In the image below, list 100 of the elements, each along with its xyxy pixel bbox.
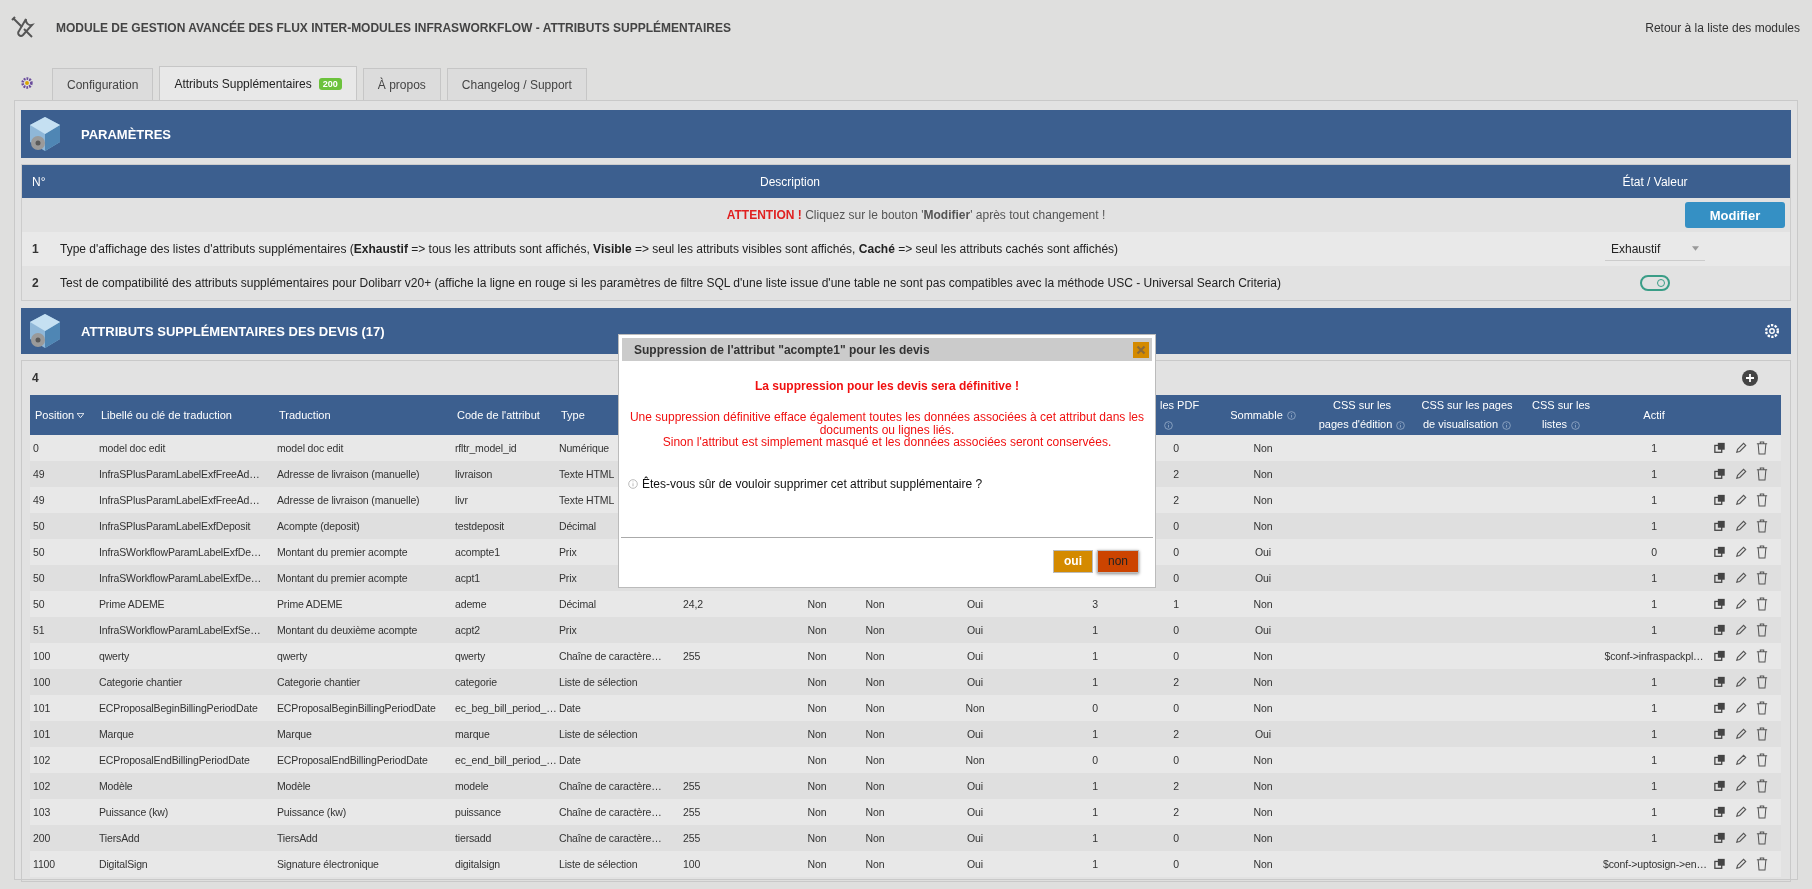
copy-icon[interactable] xyxy=(1714,675,1726,689)
trash-icon[interactable] xyxy=(1756,649,1768,663)
dialog-title: Suppression de l'attribut "acompte1" pour les devis xyxy=(634,342,930,357)
trash-icon[interactable] xyxy=(1756,805,1768,819)
table-cell: tiersadd xyxy=(455,832,492,844)
gear-icon[interactable] xyxy=(20,76,34,90)
column-header: Libellé ou clé de traduction xyxy=(101,407,232,423)
trash-icon[interactable] xyxy=(1756,545,1768,559)
sort-icon[interactable] xyxy=(77,413,85,419)
table-cell: 1 xyxy=(1651,520,1657,532)
pencil-icon[interactable] xyxy=(1735,805,1747,819)
copy-icon[interactable] xyxy=(1714,727,1726,741)
table-cell: Non xyxy=(965,702,985,714)
pencil-icon[interactable] xyxy=(1735,545,1747,559)
copy-icon[interactable] xyxy=(1714,649,1726,663)
pencil-icon[interactable] xyxy=(1735,519,1747,533)
pencil-icon[interactable] xyxy=(1735,831,1747,845)
trash-icon[interactable] xyxy=(1756,571,1768,585)
table-cell: 2 xyxy=(1173,676,1179,688)
pencil-icon[interactable] xyxy=(1735,675,1747,689)
trash-icon[interactable] xyxy=(1756,467,1768,481)
pencil-icon[interactable] xyxy=(1735,701,1747,715)
trash-icon[interactable] xyxy=(1756,493,1768,507)
table-cell: Oui xyxy=(1255,624,1271,636)
back-link[interactable]: Retour à la liste des modules xyxy=(1645,21,1800,35)
table-cell: 0 xyxy=(1173,442,1179,454)
modify-button[interactable]: Modifier xyxy=(1685,202,1785,228)
table-cell: acompte1 xyxy=(455,546,500,558)
copy-icon[interactable] xyxy=(1714,805,1726,819)
pencil-icon[interactable] xyxy=(1735,857,1747,871)
copy-icon[interactable] xyxy=(1714,753,1726,767)
table-cell: Non xyxy=(1253,780,1273,792)
trash-icon[interactable] xyxy=(1756,831,1768,845)
copy-icon[interactable] xyxy=(1714,545,1726,559)
table-cell: Montant du deuxième acompte xyxy=(277,624,418,636)
pencil-icon[interactable] xyxy=(1735,623,1747,637)
trash-icon[interactable] xyxy=(1756,857,1768,871)
pencil-icon[interactable] xyxy=(1735,493,1747,507)
copy-icon[interactable] xyxy=(1714,493,1726,507)
table-cell: 200 xyxy=(33,832,51,844)
table-cell: 24,2 xyxy=(683,598,703,610)
table-cell: Non xyxy=(807,702,827,714)
copy-icon[interactable] xyxy=(1714,441,1726,455)
tab[interactable]: Attributs Supplémentaires 200 xyxy=(159,66,357,100)
table-cell: Oui xyxy=(967,806,983,818)
trash-icon[interactable] xyxy=(1756,597,1768,611)
copy-icon[interactable] xyxy=(1714,467,1726,481)
trash-icon[interactable] xyxy=(1756,623,1768,637)
table-cell: 50 xyxy=(33,598,45,610)
copy-icon[interactable] xyxy=(1714,831,1726,845)
trash-icon[interactable] xyxy=(1756,727,1768,741)
select-field[interactable]: Exhaustif xyxy=(1605,237,1705,261)
table-cell: 50 xyxy=(33,546,45,558)
table-cell: Signature électronique xyxy=(277,858,379,870)
copy-icon[interactable] xyxy=(1714,779,1726,793)
close-icon[interactable] xyxy=(1133,341,1149,358)
pencil-icon[interactable] xyxy=(1735,649,1747,663)
column-header: Traduction xyxy=(279,407,331,423)
table-cell: 1 xyxy=(1651,494,1657,506)
trash-icon[interactable] xyxy=(1756,675,1768,689)
table-cell: 100 xyxy=(33,676,51,688)
table-cell: 2 xyxy=(1173,468,1179,480)
pencil-icon[interactable] xyxy=(1735,779,1747,793)
warning-detail: Une suppression définitive efface également toutes les données associées à cet attribut dans les documents ou lignes liés. xyxy=(628,411,1146,437)
pencil-icon[interactable] xyxy=(1735,597,1747,611)
table-cell: 49 xyxy=(33,494,45,506)
trash-icon[interactable] xyxy=(1756,753,1768,767)
copy-icon[interactable] xyxy=(1714,597,1726,611)
table-cell: Non xyxy=(1253,442,1273,454)
table-cell: 1 xyxy=(1651,572,1657,584)
pencil-icon[interactable] xyxy=(1735,727,1747,741)
copy-icon[interactable] xyxy=(1714,571,1726,585)
pencil-icon[interactable] xyxy=(1735,467,1747,481)
table-cell: Marque xyxy=(277,728,312,740)
tab[interactable]: À propos xyxy=(362,68,441,100)
trash-icon[interactable] xyxy=(1756,441,1768,455)
copy-icon[interactable] xyxy=(1714,701,1726,715)
copy-icon[interactable] xyxy=(1714,857,1726,871)
settings-icon[interactable] xyxy=(1763,322,1781,340)
copy-icon[interactable] xyxy=(1714,519,1726,533)
toggle-switch[interactable] xyxy=(1640,275,1670,291)
pencil-icon[interactable] xyxy=(1735,571,1747,585)
pencil-icon[interactable] xyxy=(1735,441,1747,455)
trash-icon[interactable] xyxy=(1756,519,1768,533)
table-cell: Non xyxy=(1253,494,1273,506)
tab[interactable]: Configuration xyxy=(52,68,154,100)
trash-icon[interactable] xyxy=(1756,701,1768,715)
table-cell: 1 xyxy=(1173,598,1179,610)
copy-icon[interactable] xyxy=(1714,623,1726,637)
trash-icon[interactable] xyxy=(1756,779,1768,793)
table-cell: Texte HTML xyxy=(559,468,615,480)
add-icon[interactable] xyxy=(1742,370,1758,386)
table-cell: Non xyxy=(1253,754,1273,766)
tab[interactable]: Changelog / Support xyxy=(446,68,587,100)
table-cell: Puissance (kw) xyxy=(99,806,169,818)
table-cell: Oui xyxy=(1255,546,1271,558)
pencil-icon[interactable] xyxy=(1735,753,1747,767)
table-cell: 1 xyxy=(1092,728,1098,740)
table-cell: Adresse de livraison (manuelle) xyxy=(277,468,420,480)
table-cell: 49 xyxy=(33,468,45,480)
